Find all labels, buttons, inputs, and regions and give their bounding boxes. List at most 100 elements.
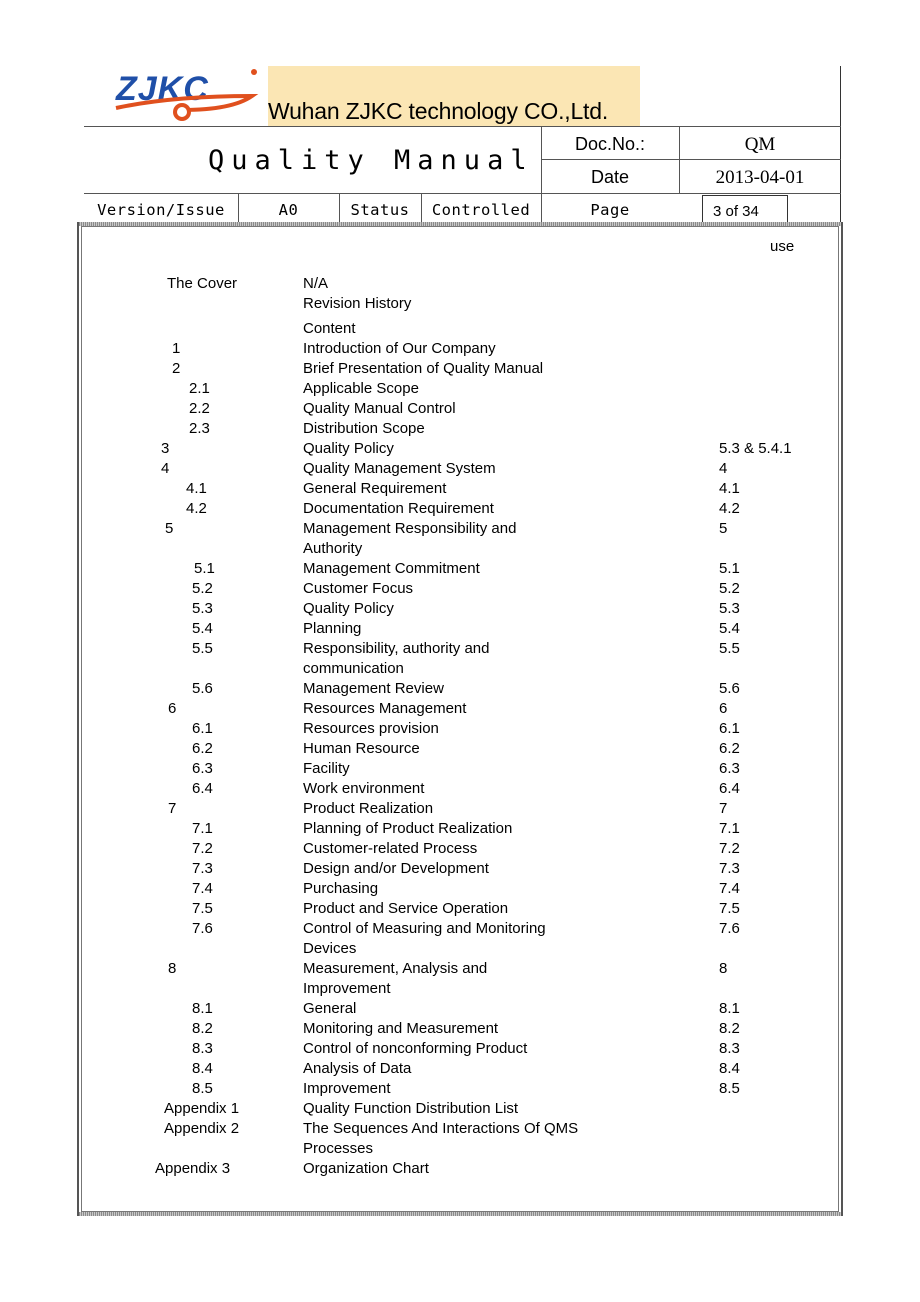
toc-section-number: 7.5 [192,900,213,917]
toc-iso-reference: 8.2 [719,1020,740,1037]
doc-no-value: QM [744,134,776,155]
toc-section-title: Human Resource [303,740,420,757]
toc-section-number: 8.4 [192,1060,213,1077]
toc-section-number: 2 [172,360,181,377]
header-divider [84,193,841,194]
toc-section-number: 8.5 [192,1080,213,1097]
page-label: Page [590,201,630,219]
toc-section-number: 8 [168,960,177,977]
toc-iso-reference: 6 [719,700,728,717]
toc-section-number: 5.3 [192,600,213,617]
toc-iso-reference: 7.6 [719,920,740,937]
toc-iso-reference: 5.3 & 5.4.1 [719,440,792,457]
toc-section-title: Planning [303,620,362,637]
toc-section-number: 6.2 [192,740,213,757]
toc-section-number: 2.1 [189,380,210,397]
toc-iso-reference: 8 [719,960,728,977]
toc-section-title: Processes [303,1140,374,1157]
toc-section-number: 7 [168,800,177,817]
toc-iso-reference: 5.5 [719,640,740,657]
toc-section-title: The Sequences And Interactions Of QMS [303,1120,579,1137]
toc-section-number: 5.2 [192,580,213,597]
toc-section-title: Applicable Scope [303,380,419,397]
header-divider [541,159,841,160]
toc-section-title: Analysis of Data [303,1060,412,1077]
toc-section-number: 5.5 [192,640,213,657]
toc-iso-reference: 6.3 [719,760,740,777]
toc-iso-reference: 8.4 [719,1060,740,1077]
toc-section-title: General [303,1000,357,1017]
toc-section-title: N/A [303,275,329,292]
toc-iso-reference: 5.6 [719,680,740,697]
toc-section-title: Revision History [303,295,412,312]
toc-section-number: Appendix 3 [155,1160,231,1177]
toc-section-number: Appendix 2 [164,1120,240,1137]
toc-section-number: 5.6 [192,680,213,697]
toc-section-number: 7.3 [192,860,213,877]
toc-section-title: Quality Policy [303,600,394,617]
toc-section-number: 2.2 [189,400,210,417]
toc-iso-reference: 7.2 [719,840,740,857]
toc-section-title: General Requirement [303,480,447,497]
toc-iso-reference: 7 [719,800,728,817]
toc-section-number: 7.6 [192,920,213,937]
toc-section-title: Customer-related Process [303,840,478,857]
toc-iso-reference: 5 [719,520,728,537]
toc-section-number: 7.2 [192,840,213,857]
toc-iso-reference: 8.5 [719,1080,740,1097]
toc-section-title: Quality Manual Control [303,400,456,417]
toc-section-title: Design and/or Development [303,860,489,877]
toc-section-title: Organization Chart [303,1160,429,1177]
toc-iso-reference: 5.3 [719,600,740,617]
frame-shade [79,1212,841,1216]
status-label: Status [350,201,410,219]
toc-section-number: 6.1 [192,720,213,737]
version-label: Version/Issue [97,201,225,219]
toc-section-number: 4.2 [186,500,207,517]
toc-iso-reference: 5.2 [719,580,740,597]
toc-section-number: 5 [165,520,174,537]
toc-section-number: 8.2 [192,1020,213,1037]
toc-section-number: 5.4 [192,620,213,637]
toc-iso-reference: 5.1 [719,560,740,577]
page-number: 3 of 34 [702,195,788,225]
toc-section-number: 5.1 [194,560,215,577]
toc-iso-reference: 5.4 [719,620,740,637]
toc-section-title: Control of Measuring and Monitoring [303,920,546,937]
toc-section-title: Management Review [303,680,444,697]
toc-section-title: Product and Service Operation [303,900,509,917]
header-divider [84,126,841,127]
toc-section-title: Planning of Product Realization [303,820,513,837]
toc-iso-reference: 6.4 [719,780,740,797]
toc-section-number: 1 [172,340,181,357]
toc-section-title: Quality Management System [303,460,496,477]
toc-section-title: Customer Focus [303,580,414,597]
toc-section-title: Resources Management [303,700,467,717]
toc-section-title: Control of nonconforming Product [303,1040,528,1057]
status-value: Controlled [431,201,531,219]
reference-column-header: use [770,238,795,255]
toc-section-number: 6 [168,700,177,717]
toc-iso-reference: 7.1 [719,820,740,837]
toc-section-title: Work environment [303,780,425,797]
toc-section-title: Quality Policy [303,440,394,457]
toc-section-number: 3 [161,440,170,457]
toc-section-title: Improvement [303,980,391,997]
date-label: Date [590,167,630,187]
toc-section-title: Measurement, Analysis and [303,960,488,977]
toc-section-number: Appendix 1 [164,1100,240,1117]
toc-section-title: Responsibility, authority and [303,640,490,657]
toc-section-title: Content [303,320,356,337]
toc-section-title: Purchasing [303,880,379,897]
toc-iso-reference: 7.4 [719,880,740,897]
toc-section-title: Documentation Requirement [303,500,494,517]
toc-iso-reference: 8.3 [719,1040,740,1057]
toc-section-title: Introduction of Our Company [303,340,496,357]
toc-iso-reference: 4.2 [719,500,740,517]
toc-section-title: Monitoring and Measurement [303,1020,499,1037]
toc-section-number: 2.3 [189,420,210,437]
toc-section-number: The Cover [167,275,238,292]
document-title: Quality Manual [208,145,534,176]
toc-section-number: 6.3 [192,760,213,777]
toc-iso-reference: 4.1 [719,480,740,497]
